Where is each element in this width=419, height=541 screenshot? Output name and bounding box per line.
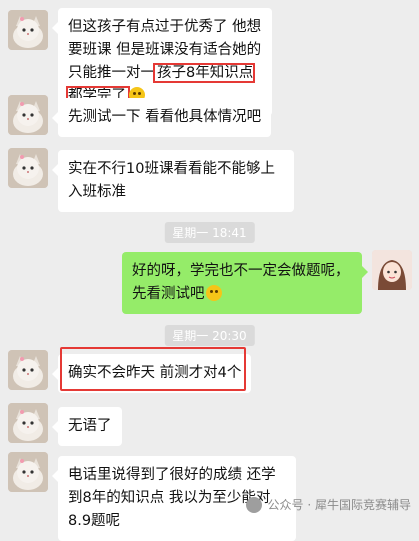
cat-avatar-image bbox=[8, 148, 48, 188]
message-bubble-outgoing[interactable]: 好的呀，学完也不一定会做题呢，先看测试吧 bbox=[122, 252, 368, 314]
message-bubble[interactable]: 实在不行10班课看看能不能够上入班标准 bbox=[52, 150, 294, 212]
message-bubble[interactable]: 确实不会昨天 前测才对4个 bbox=[51, 354, 252, 393]
message-text: 电话里说得到了很好的成绩 还学到8年的知识点 我以为至少能对8.9题呢 bbox=[68, 467, 276, 529]
timestamp: 星期一 18:41 bbox=[164, 222, 255, 243]
watermark: 公众号 · 犀牛国际竞赛辅导 bbox=[245, 496, 411, 513]
message-text: 确实不会昨天 前测才对4个 bbox=[68, 365, 242, 381]
message-text: 好的呀，学完也不一定会做题呢，先看测试吧 bbox=[132, 263, 350, 302]
cat-avatar-image bbox=[8, 95, 48, 135]
emoji-icon bbox=[205, 285, 222, 301]
wechat-icon bbox=[245, 496, 262, 513]
message-bubble[interactable]: 无语了 bbox=[52, 407, 122, 446]
cat-avatar[interactable] bbox=[8, 452, 48, 492]
message-text: 无语了 bbox=[68, 418, 112, 434]
cat-avatar-image bbox=[8, 350, 48, 390]
chat-window: 但这孩子有点过于优秀了 他想要班课 但是班课没有适合她的 只能推一对一 孩子8年知… bbox=[0, 0, 419, 541]
user-avatar[interactable] bbox=[372, 250, 412, 290]
cat-avatar[interactable] bbox=[8, 350, 48, 390]
cat-avatar-image bbox=[8, 403, 48, 443]
cat-avatar[interactable] bbox=[8, 403, 48, 443]
cat-avatar-image bbox=[8, 10, 48, 50]
cat-avatar[interactable] bbox=[8, 10, 48, 50]
message-text: 实在不行10班课看看能不能够上入班标准 bbox=[68, 161, 275, 200]
cat-avatar-image bbox=[8, 452, 48, 492]
message-bubble[interactable]: 先测试一下 看看他具体情况吧 bbox=[51, 98, 272, 137]
watermark-text: 公众号 · 犀牛国际竞赛辅导 bbox=[267, 498, 411, 512]
message-text: 先测试一下 看看他具体情况吧 bbox=[68, 109, 262, 125]
timestamp: 星期一 20:30 bbox=[164, 325, 255, 346]
user-avatar-image bbox=[372, 250, 412, 290]
cat-avatar[interactable] bbox=[8, 148, 48, 188]
cat-avatar[interactable] bbox=[8, 95, 48, 135]
